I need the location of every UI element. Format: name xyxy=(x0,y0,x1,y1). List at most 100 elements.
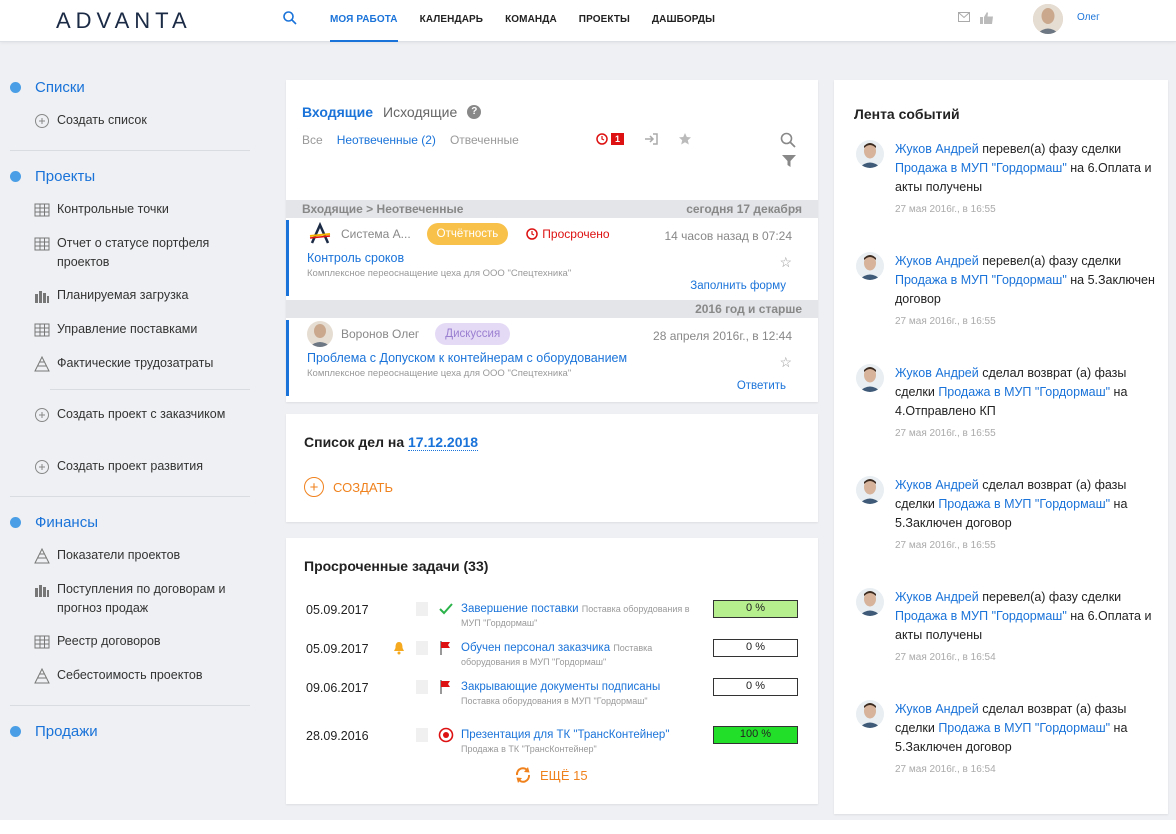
create-project-customer-link[interactable]: Создать проект с заказчиком xyxy=(10,398,262,450)
task-name[interactable]: Обучен персонал заказчика xyxy=(461,642,610,654)
feed-user-link[interactable]: Жуков Андрей xyxy=(895,478,979,492)
star-filter-icon[interactable] xyxy=(678,132,692,146)
task-name[interactable]: Завершение поставки xyxy=(461,603,579,615)
create-list-link[interactable]: Создать список xyxy=(10,104,262,138)
thumbs-up-icon[interactable] xyxy=(980,12,994,24)
sidebar-item-actual-labor[interactable]: Фактические трудозатраты xyxy=(10,347,262,381)
show-more-button[interactable]: ЕЩЁ 15 xyxy=(514,766,588,784)
star-icon[interactable]: ☆ xyxy=(779,254,792,271)
feed-user-link[interactable]: Жуков Андрей xyxy=(895,366,979,380)
search-icon[interactable] xyxy=(780,132,796,148)
feed-time: 27 мая 2016г., в 16:54 xyxy=(895,652,996,663)
feed-deal-link[interactable]: Продажа в МУП "Гордормаш" xyxy=(938,721,1110,735)
task-checkbox[interactable] xyxy=(416,602,428,616)
user-avatar[interactable] xyxy=(1033,4,1063,34)
user-avatar[interactable] xyxy=(856,700,884,728)
help-icon[interactable]: ? xyxy=(467,105,482,119)
create-todo-button[interactable]: + СОЗДАТЬ xyxy=(304,477,393,497)
message-title[interactable]: Проблема с Допуском к контейнерам с обор… xyxy=(307,351,818,365)
sidebar-item-project-indicators[interactable]: Показатели проектов xyxy=(10,539,262,573)
table-icon xyxy=(34,237,50,251)
feed-deal-link[interactable]: Продажа в МУП "Гордормаш" xyxy=(938,497,1110,511)
filter-funnel-icon[interactable] xyxy=(782,154,796,168)
refresh-icon xyxy=(515,767,531,783)
sidebar-item-supply-management[interactable]: Управление поставками xyxy=(10,313,262,347)
message-time: 14 часов назад в 07:24 xyxy=(664,229,792,243)
task-row[interactable]: 05.09.2017 Обучен персонал заказчика Пос… xyxy=(306,639,806,675)
login-arrow-icon[interactable] xyxy=(644,133,658,145)
feed-deal-link[interactable]: Продажа в МУП "Гордормаш" xyxy=(895,609,1067,623)
nav-my-work[interactable]: МОЯ РАБОТА xyxy=(330,0,398,42)
sidebar-section-projects: Проекты Контрольные точки Отчет о статус… xyxy=(0,159,262,484)
user-avatar[interactable] xyxy=(856,140,884,168)
message-title[interactable]: Контроль сроков xyxy=(307,251,818,265)
task-checkbox[interactable] xyxy=(416,641,428,655)
feed-user-link[interactable]: Жуков Андрей xyxy=(895,254,979,268)
feed-time: 27 мая 2016г., в 16:55 xyxy=(895,540,996,551)
fill-form-link[interactable]: Заполнить форму xyxy=(690,280,786,292)
task-row[interactable]: 28.09.2016 Презентация для ТК "ТрансКонт… xyxy=(306,726,806,762)
check-icon xyxy=(439,603,453,615)
collapse-dot-icon[interactable] xyxy=(10,516,21,528)
sidebar-item-contract-register[interactable]: Реестр договоров xyxy=(10,625,262,659)
sidebar-head-lists[interactable]: Списки xyxy=(10,70,262,104)
todo-date-picker[interactable]: 17.12.2018 xyxy=(408,434,479,451)
user-name[interactable]: Олег xyxy=(1077,12,1100,23)
pyramid-chart-icon xyxy=(34,548,50,564)
sidebar-item-planned-load[interactable]: Планируемая загрузка xyxy=(10,279,262,313)
mail-icon[interactable] xyxy=(958,12,970,22)
task-name[interactable]: Закрывающие документы подписаны xyxy=(461,681,660,693)
sidebar-head-finance[interactable]: Финансы xyxy=(10,505,262,539)
bar-chart-icon xyxy=(35,585,49,597)
filter-all[interactable]: Все xyxy=(302,133,323,147)
progress-bar: 0 % xyxy=(713,600,798,618)
filter-unanswered[interactable]: Неотвеченные (2) xyxy=(337,133,436,147)
event-feed-panel: Лента событий Жуков Андрей перевел(а) фа… xyxy=(834,80,1168,814)
collapse-dot-icon[interactable] xyxy=(10,725,21,737)
nav-dashboards[interactable]: ДАШБОРДЫ xyxy=(652,0,715,42)
sidebar-item-contract-receipts[interactable]: Поступления по договорам и прогноз прода… xyxy=(10,573,262,625)
main-nav: МОЯ РАБОТА КАЛЕНДАРЬ КОМАНДА ПРОЕКТЫ ДАШ… xyxy=(330,0,737,42)
progress-bar: 100 % xyxy=(713,726,798,744)
feed-user-link[interactable]: Жуков Андрей xyxy=(895,590,979,604)
feed-user-link[interactable]: Жуков Андрей xyxy=(895,142,979,156)
nav-team[interactable]: КОМАНДА xyxy=(505,0,557,42)
tag-discussion[interactable]: Дискуссия xyxy=(435,323,511,345)
reply-link[interactable]: Ответить xyxy=(737,380,786,392)
advanta-logo[interactable]: ADVANTA xyxy=(56,8,192,34)
sidebar-item-project-cost[interactable]: Себестоимость проектов xyxy=(10,659,262,693)
task-row[interactable]: 05.09.2017 Завершение поставки Поставка … xyxy=(306,600,806,636)
collapse-dot-icon[interactable] xyxy=(10,81,21,93)
task-name[interactable]: Презентация для ТК "ТрансКонтейнер" xyxy=(461,729,669,741)
sidebar-head-projects[interactable]: Проекты xyxy=(10,159,262,193)
message-item[interactable]: Система А... Отчётность Просрочено 14 ча… xyxy=(286,220,818,296)
nav-calendar[interactable]: КАЛЕНДАРЬ xyxy=(420,0,483,42)
task-checkbox[interactable] xyxy=(416,728,428,742)
tab-incoming[interactable]: Входящие xyxy=(302,104,373,120)
user-avatar[interactable] xyxy=(856,588,884,616)
nav-projects[interactable]: ПРОЕКТЫ xyxy=(579,0,630,42)
user-avatar[interactable] xyxy=(856,252,884,280)
user-avatar[interactable] xyxy=(856,364,884,392)
sidebar-head-sales[interactable]: Продажи xyxy=(10,714,262,748)
collapse-dot-icon[interactable] xyxy=(10,170,21,182)
star-icon[interactable]: ☆ xyxy=(779,354,792,371)
sidebar-item-checkpoints[interactable]: Контрольные точки xyxy=(10,193,262,227)
feed-text: Жуков Андрей перевел(а) фазу сделки Прод… xyxy=(895,254,1155,306)
task-row[interactable]: 09.06.2017 Закрывающие документы подписа… xyxy=(306,678,806,714)
tag-reporting[interactable]: Отчётность xyxy=(426,223,509,245)
tab-outgoing[interactable]: Исходящие xyxy=(383,104,457,120)
search-icon[interactable] xyxy=(282,10,298,26)
task-checkbox[interactable] xyxy=(416,680,428,694)
filter-answered[interactable]: Отвеченные xyxy=(450,133,519,147)
user-avatar[interactable] xyxy=(856,476,884,504)
overdue-filter[interactable]: 1 xyxy=(596,133,625,145)
feed-user-link[interactable]: Жуков Андрей xyxy=(895,702,979,716)
create-project-development-link[interactable]: Создать проект развития xyxy=(10,450,262,484)
feed-title: Лента событий xyxy=(854,106,960,122)
sidebar-item-portfolio-status[interactable]: Отчет о статусе портфеля проектов xyxy=(10,227,262,279)
feed-deal-link[interactable]: Продажа в МУП "Гордормаш" xyxy=(895,273,1067,287)
feed-deal-link[interactable]: Продажа в МУП "Гордормаш" xyxy=(938,385,1110,399)
feed-deal-link[interactable]: Продажа в МУП "Гордормаш" xyxy=(895,161,1067,175)
message-item[interactable]: Воронов Олег Дискуссия 28 апреля 2016г.,… xyxy=(286,320,818,396)
